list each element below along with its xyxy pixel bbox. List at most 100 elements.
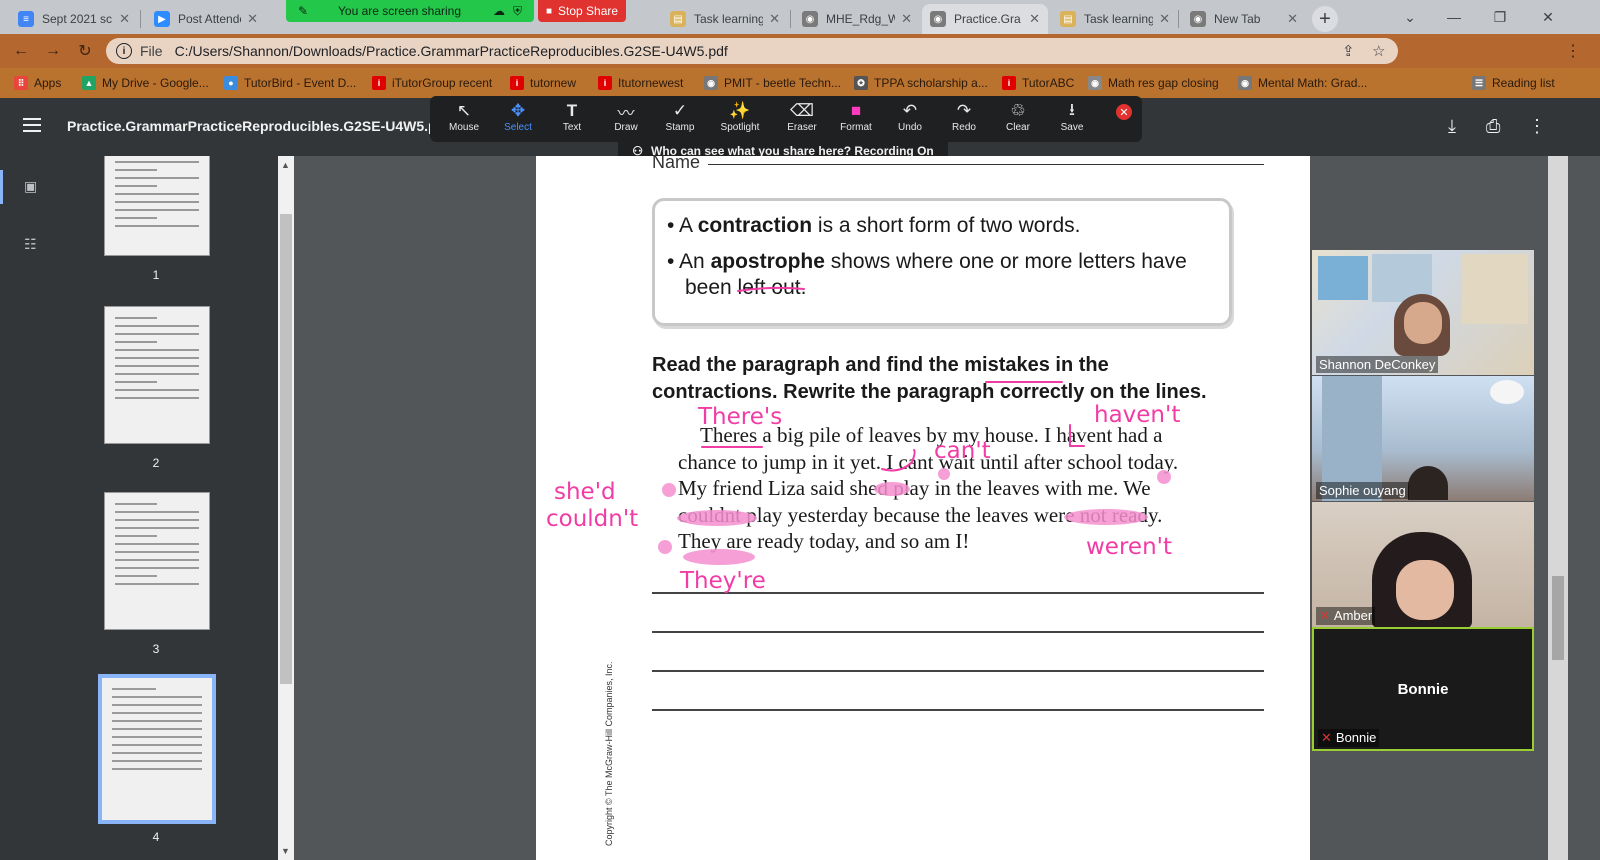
bookmark-itutorgroup[interactable]: i iTutorGroup recent bbox=[372, 74, 492, 92]
thumbnail-number: 4 bbox=[152, 830, 160, 844]
print-icon[interactable]: ⎙ bbox=[1486, 116, 1500, 137]
tool-label: Stamp bbox=[665, 122, 695, 133]
tab-mhe-rdg[interactable]: ◉ MHE_Rdg_W ✕ bbox=[794, 4, 920, 34]
scroll-down-icon[interactable]: ▼ bbox=[281, 846, 290, 856]
annotate-tool-mouse[interactable]: ↖ Mouse bbox=[436, 100, 492, 138]
annotate-tool-clear[interactable]: ♲ Clear bbox=[990, 100, 1046, 138]
more-vert-icon[interactable]: ⋮ bbox=[1528, 116, 1546, 137]
video-tile-amber[interactable]: ✕ Amber bbox=[1312, 502, 1534, 627]
page-thumbnail-2[interactable] bbox=[104, 306, 210, 444]
scrollbar-thumb[interactable] bbox=[280, 214, 292, 684]
cloud-icon: ☁ bbox=[493, 4, 506, 18]
tab-task-learning-2[interactable]: ▤ Task learning ✕ bbox=[1052, 4, 1178, 34]
bookmark-tutornew[interactable]: i tutornew bbox=[510, 74, 576, 92]
close-tab-icon[interactable]: ✕ bbox=[1159, 11, 1170, 27]
annotate-tool-format[interactable]: ■ Format bbox=[828, 100, 884, 138]
save-icon: ⭳ bbox=[1069, 99, 1075, 119]
bookmark-label: TutorABC bbox=[1022, 76, 1075, 90]
close-window-button[interactable]: ✕ bbox=[1528, 4, 1568, 30]
bookmark-tppa[interactable]: ✪ TPPA scholarship a... bbox=[854, 74, 988, 92]
close-tab-icon[interactable]: ✕ bbox=[769, 11, 780, 27]
tab-sept-2021[interactable]: ≡ Sept 2021 sc ✕ bbox=[10, 4, 138, 34]
screen-sharing-label: You are screen sharing bbox=[338, 4, 462, 18]
reading-list-button[interactable]: ☰ Reading list bbox=[1472, 74, 1555, 92]
annotate-tool-text[interactable]: T Text bbox=[544, 100, 600, 138]
back-button[interactable]: ← bbox=[8, 38, 34, 64]
document-scrollbar[interactable] bbox=[1548, 156, 1568, 860]
bookmark-mental-math[interactable]: ◉ Mental Math: Grad... bbox=[1238, 74, 1367, 92]
page-thumbnail-1[interactable] bbox=[104, 156, 210, 256]
new-tab-button[interactable]: + bbox=[1312, 6, 1338, 32]
annotate-tool-select[interactable]: ✥ Select bbox=[490, 100, 546, 138]
bookmark-math-res[interactable]: ◉ Math res gap closing bbox=[1088, 74, 1219, 92]
scrollbar-thumb[interactable] bbox=[1552, 576, 1564, 660]
minimize-button[interactable]: — bbox=[1434, 4, 1474, 30]
thumbnail-view-icon[interactable]: ▣ bbox=[24, 178, 42, 194]
copyright: Copyright © The McGraw-Hill Companies, I… bbox=[604, 661, 614, 846]
star-icon[interactable]: ☆ bbox=[1372, 42, 1385, 60]
annotate-tool-spotlight[interactable]: ✨ Spotlight bbox=[712, 100, 768, 138]
close-tab-icon[interactable]: ✕ bbox=[901, 11, 912, 27]
close-tab-icon[interactable]: ✕ bbox=[247, 11, 258, 27]
bookmark-tutorabc[interactable]: i TutorABC bbox=[1002, 74, 1074, 92]
close-tab-icon[interactable]: ✕ bbox=[1029, 11, 1040, 27]
annotate-tool-undo[interactable]: ↶ Undo bbox=[882, 100, 938, 138]
forward-button[interactable]: → bbox=[40, 38, 66, 64]
browser-menu-button[interactable]: ⋮ bbox=[1560, 38, 1586, 64]
outline-view-icon[interactable]: ☷ bbox=[24, 236, 42, 252]
badge-icon: ✪ bbox=[854, 76, 868, 90]
page-thumbnail-4[interactable] bbox=[98, 674, 216, 824]
page-thumbnail-3[interactable] bbox=[104, 492, 210, 630]
thumbnail-scrollbar[interactable]: ▲ ▼ bbox=[278, 156, 294, 860]
scroll-up-icon[interactable]: ▲ bbox=[281, 160, 290, 170]
restore-button[interactable]: ❐ bbox=[1480, 4, 1520, 30]
ink-correction-havent: haven't bbox=[1094, 402, 1181, 428]
bookmark-tutorbird[interactable]: ● TutorBird - Event D... bbox=[224, 74, 356, 92]
download-icon[interactable]: ⤓ bbox=[1448, 116, 1456, 137]
itutor-icon: i bbox=[1002, 76, 1016, 90]
bookmark-apps[interactable]: ⠿ Apps bbox=[14, 74, 61, 92]
annotate-tool-save[interactable]: ⭳ Save bbox=[1044, 100, 1100, 138]
video-tile-bonnie[interactable]: Bonnie ✕ Bonnie bbox=[1312, 627, 1534, 751]
bookmark-pmit[interactable]: ◉ PMIT - beetle Techn... bbox=[704, 74, 841, 92]
close-annotation-button[interactable]: ✕ bbox=[1116, 104, 1132, 120]
stop-share-button[interactable]: ■ Stop Share bbox=[538, 0, 626, 22]
itutor-icon: i bbox=[598, 76, 612, 90]
video-tile-shannon[interactable]: Shannon DeConkey bbox=[1312, 250, 1534, 375]
tab-new-tab[interactable]: ◉ New Tab ✕ bbox=[1182, 4, 1306, 34]
document-icon: ▤ bbox=[670, 11, 686, 27]
tab-separator bbox=[1178, 10, 1179, 28]
annotate-tool-draw[interactable]: 〰 Draw bbox=[598, 100, 654, 138]
annotate-tool-redo[interactable]: ↷ Redo bbox=[936, 100, 992, 138]
bookmark-label: Reading list bbox=[1492, 76, 1555, 90]
screen-sharing-banner[interactable]: ✎ You are screen sharing ☁ ⛨ bbox=[286, 0, 534, 22]
bookmark-label: tutornew bbox=[530, 76, 577, 90]
info-icon[interactable]: i bbox=[116, 43, 132, 59]
annotate-tool-stamp[interactable]: ✓ Stamp bbox=[652, 100, 708, 138]
annotate-tool-eraser[interactable]: ⌫ Eraser bbox=[774, 100, 830, 138]
reload-button[interactable]: ↻ bbox=[72, 38, 98, 64]
url-text[interactable]: C:/Users/Shannon/Downloads/Practice.Gram… bbox=[175, 43, 728, 59]
participant-name: Amber bbox=[1333, 608, 1373, 623]
bookmark-label: My Drive - Google... bbox=[102, 76, 209, 90]
tool-label: Redo bbox=[952, 122, 976, 133]
thumbnail-number: 3 bbox=[152, 642, 160, 656]
omnibox[interactable]: i File C:/Users/Shannon/Downloads/Practi… bbox=[106, 38, 1398, 64]
tool-label: Format bbox=[840, 122, 872, 133]
bookmark-my-drive[interactable]: ▲ My Drive - Google... bbox=[82, 74, 209, 92]
tab-separator bbox=[140, 10, 141, 28]
close-tab-icon[interactable]: ✕ bbox=[119, 11, 130, 27]
bookmarks-bar: ⠿ Apps ▲ My Drive - Google... ● TutorBird -… bbox=[0, 68, 1600, 98]
tab-task-learning-1[interactable]: ▤ Task learning ✕ bbox=[662, 4, 788, 34]
tool-label: Eraser bbox=[787, 122, 817, 133]
bookmark-itutornewest[interactable]: i Itutornewest bbox=[598, 74, 683, 92]
tab-practice-grammar[interactable]: ◉ Practice.Gra ✕ bbox=[922, 4, 1048, 34]
tab-post-attendee[interactable]: ▶ Post Attende ✕ bbox=[146, 4, 266, 34]
tab-search-button[interactable]: ⌄ bbox=[1390, 4, 1430, 30]
menu-icon[interactable] bbox=[23, 118, 41, 132]
close-tab-icon[interactable]: ✕ bbox=[1287, 11, 1298, 27]
share-icon[interactable]: ⇪ bbox=[1342, 42, 1355, 60]
forward-arrow-icon: → bbox=[45, 42, 61, 59]
video-tile-sophie[interactable]: Sophie ouyang bbox=[1312, 376, 1534, 501]
bookmark-label: PMIT - beetle Techn... bbox=[724, 76, 841, 90]
